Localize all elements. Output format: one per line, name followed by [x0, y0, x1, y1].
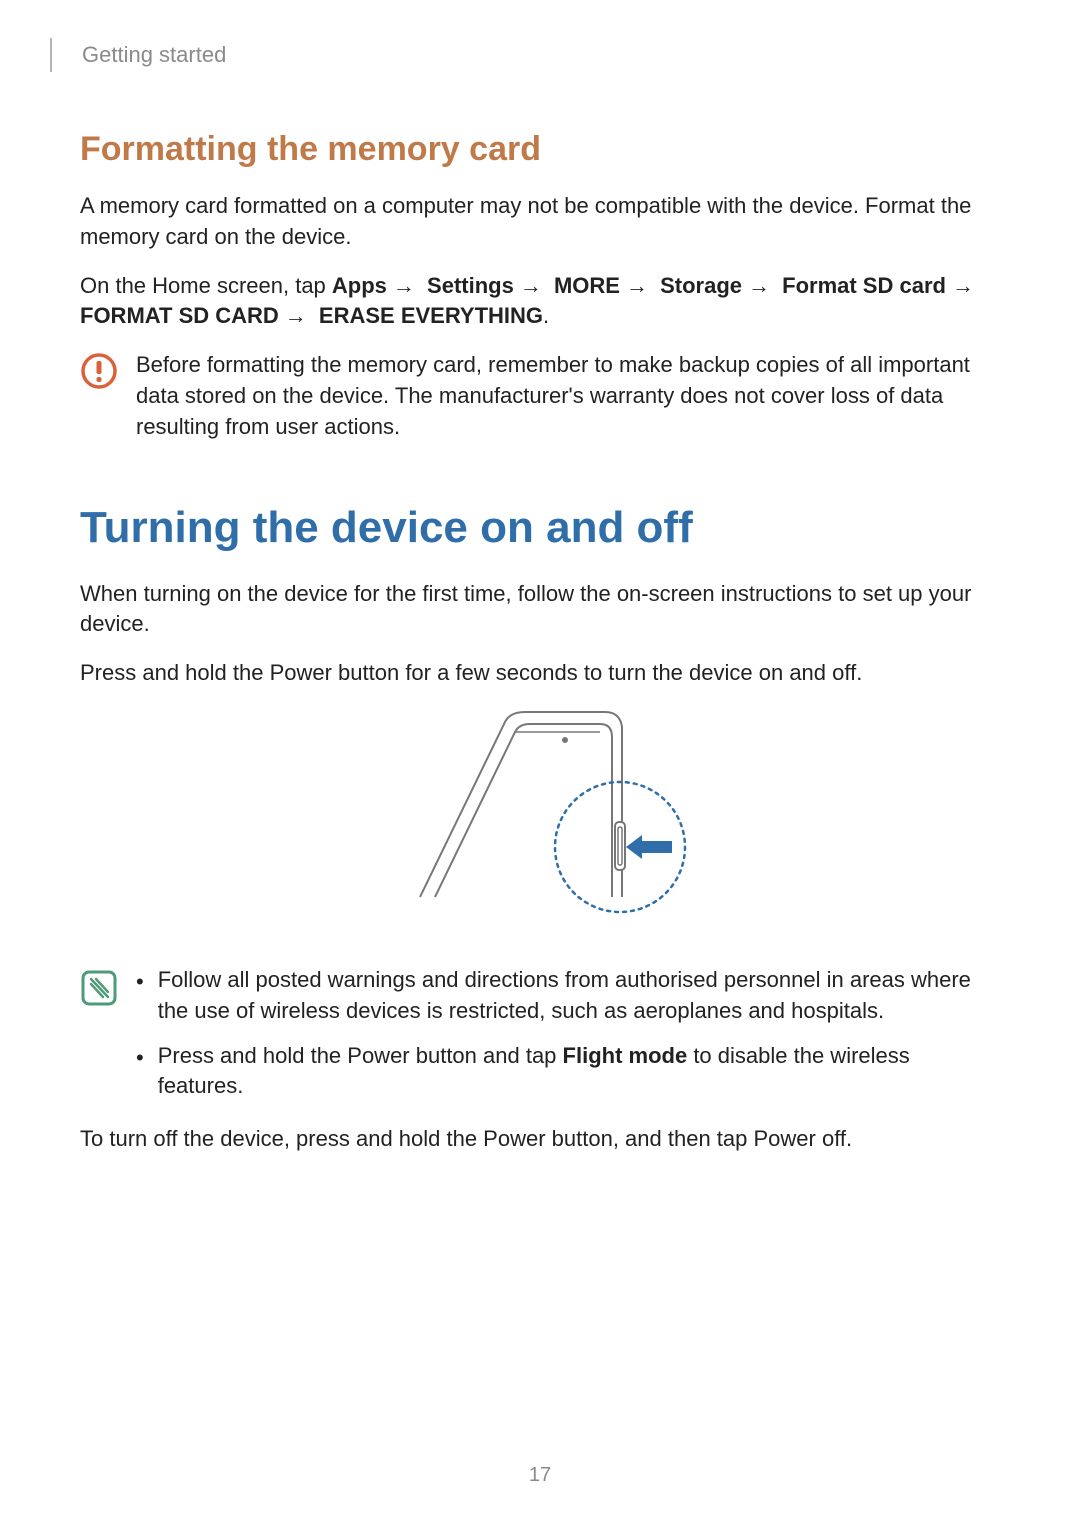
path-erase: ERASE EVERYTHING	[319, 303, 543, 328]
formatting-paragraph-1: A memory card formatted on a computer ma…	[80, 191, 1000, 253]
p3-post: .	[846, 1126, 852, 1151]
path-storage: Storage	[660, 273, 742, 298]
b2-pre: Press and hold the Power button and tap	[158, 1043, 563, 1068]
path-end: .	[543, 303, 549, 328]
heading-power: Turning the device on and off	[80, 503, 1000, 553]
path-apps: Apps	[332, 273, 387, 298]
subheading-formatting: Formatting the memory card	[80, 130, 1000, 169]
path-settings: Settings	[427, 273, 514, 298]
note-icon	[80, 969, 118, 1116]
path-format-sd: Format SD card	[782, 273, 946, 298]
page: Getting started Formatting the memory ca…	[0, 0, 1080, 1527]
power-button-illustration	[80, 707, 1000, 937]
arrow-icon: →	[520, 271, 542, 302]
bullet-text-2: Press and hold the Power button and tap …	[158, 1041, 1000, 1103]
arrow-icon: →	[952, 271, 974, 302]
caution-icon	[80, 352, 118, 442]
bullet-flight-mode: • Press and hold the Power button and ta…	[136, 1041, 1000, 1103]
b2-bold: Flight mode	[563, 1043, 688, 1068]
caution-text: Before formatting the memory card, remem…	[136, 350, 1000, 442]
path-more: MORE	[554, 273, 620, 298]
power-paragraph-3: To turn off the device, press and hold t…	[80, 1124, 1000, 1155]
running-head: Getting started	[80, 38, 1000, 72]
caution-block: Before formatting the memory card, remem…	[80, 350, 1000, 442]
p3-bold: Power off	[754, 1126, 847, 1151]
header-rule	[50, 38, 52, 72]
navigation-path: On the Home screen, tap Apps→ Settings→ …	[80, 271, 1000, 333]
page-number: 17	[0, 1464, 1080, 1487]
arrow-icon: →	[626, 271, 648, 302]
power-paragraph-2: Press and hold the Power button for a fe…	[80, 658, 1000, 689]
p3-pre: To turn off the device, press and hold t…	[80, 1126, 754, 1151]
arrow-icon: →	[748, 271, 770, 302]
power-paragraph-1: When turning on the device for the first…	[80, 579, 1000, 641]
arrow-icon: →	[393, 271, 415, 302]
path-intro: On the Home screen, tap	[80, 273, 332, 298]
bullet-dot-icon: •	[136, 967, 144, 1027]
section-label: Getting started	[82, 42, 226, 68]
arrow-icon: →	[285, 301, 307, 332]
bullet-text-1: Follow all posted warnings and direction…	[158, 965, 1000, 1027]
note-block: • Follow all posted warnings and directi…	[80, 965, 1000, 1116]
bullet-dot-icon: •	[136, 1043, 144, 1103]
note-bullets: • Follow all posted warnings and directi…	[136, 965, 1000, 1116]
path-format-sd-caps: FORMAT SD CARD	[80, 303, 279, 328]
bullet-warnings: • Follow all posted warnings and directi…	[136, 965, 1000, 1027]
